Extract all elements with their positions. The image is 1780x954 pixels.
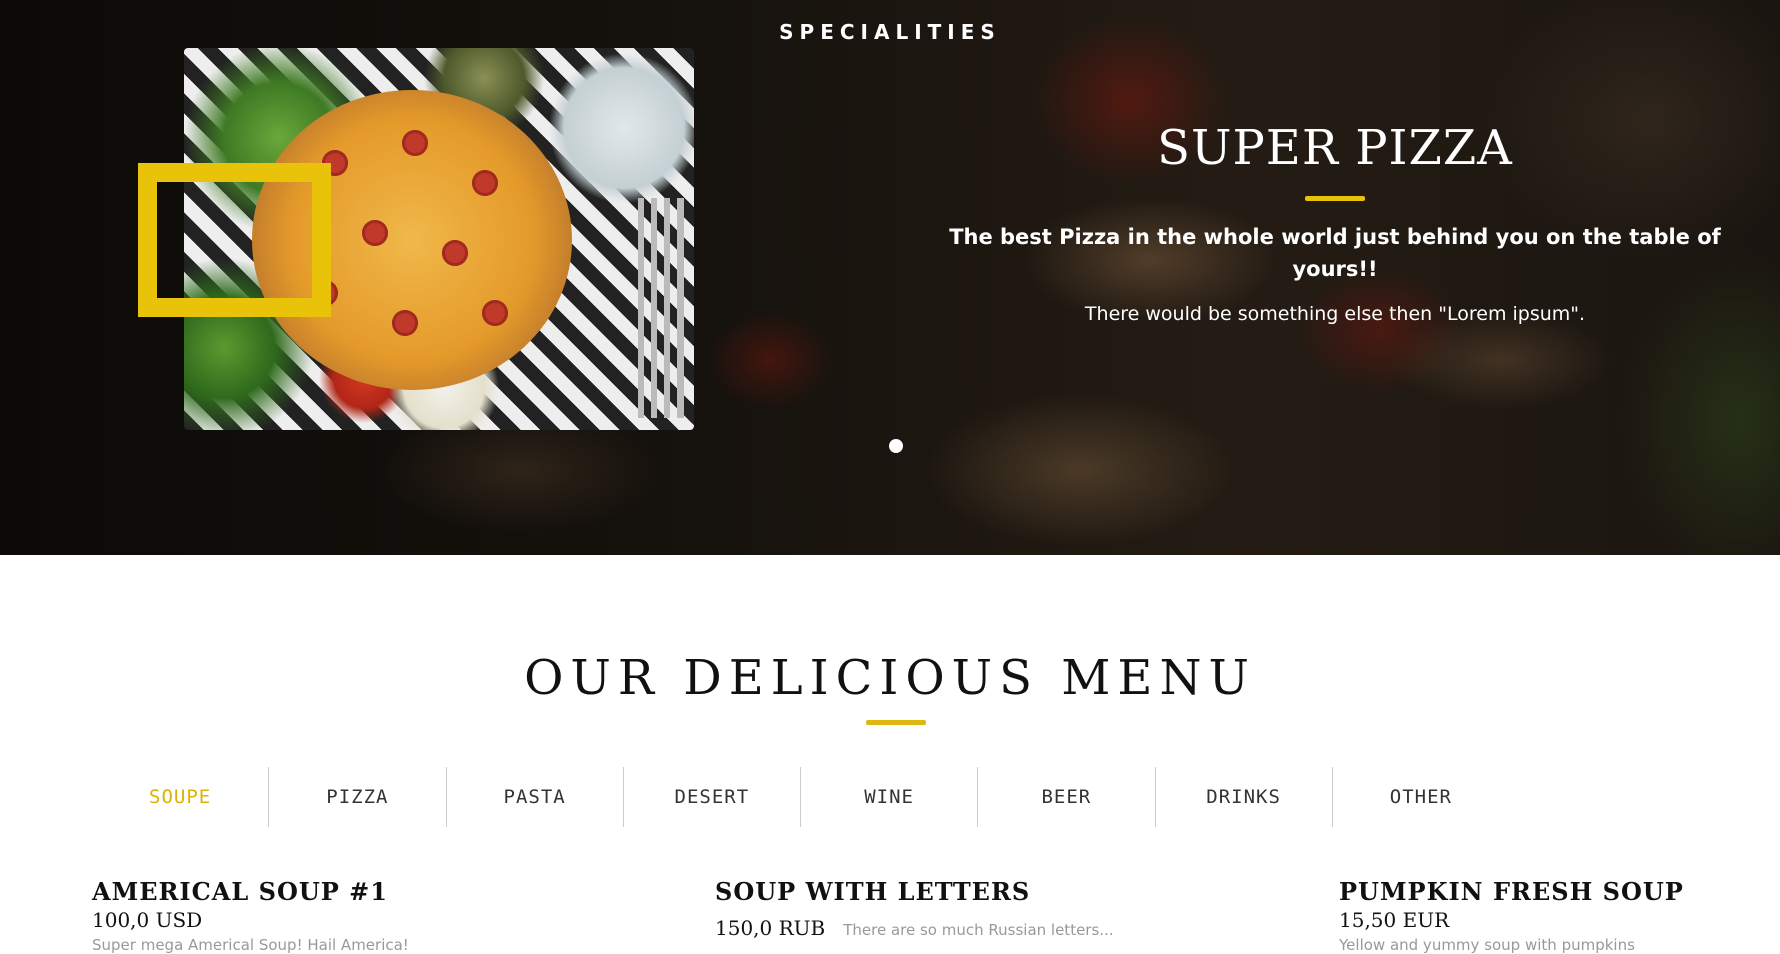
specialities-slider: SPECIALITIES SUPER PIZZA The best Pizza … [0,0,1780,555]
tab-other[interactable]: OTHER [1331,767,1509,827]
section-kicker: SPECIALITIES [779,20,1001,44]
menu-title: OUR DELICIOUS MENU [524,650,1256,706]
menu-item: AMERICAL SOUP #1 100,0 USD Super mega Am… [92,878,409,954]
menu-item-name: SOUP WITH LETTERS [715,877,1031,906]
tab-wine[interactable]: WINE [800,767,977,827]
slide-title: SUPER PIZZA [1157,120,1513,176]
slide-subtitle: The best Pizza in the whole world just b… [949,224,1721,281]
menu-item-price: 15,50 EUR [1339,908,1450,932]
title-underline [1305,195,1365,201]
menu-item-price: 100,0 USD [92,908,203,932]
menu-item-name: PUMPKIN FRESH SOUP [1339,877,1684,906]
tab-beer[interactable]: BEER [977,767,1154,827]
menu-item: SOUP WITH LETTERS 150,0 RUB There are so… [715,877,1114,941]
menu-item: PUMPKIN FRESH SOUP 15,50 EUR Yellow and … [1339,878,1684,954]
menu-item-description: Yellow and yummy soup with pumpkins [1339,936,1635,954]
accent-frame [138,163,331,317]
slider-dot-1[interactable] [889,439,903,453]
tab-soupe[interactable]: SOUPE [92,767,268,827]
menu-item-price: 150,0 RUB [715,916,826,940]
fork-graphic [638,198,684,418]
menu-item-description: There are so much Russian letters... [843,921,1114,939]
menu-item-description: Super mega Americal Soup! Hail America! [92,936,409,954]
menu-category-tabs: SOUPE PIZZA PASTA DESERT WINE BEER DRINK… [92,767,1509,827]
slide-caption: SUPER PIZZA The best Pizza in the whole … [930,120,1740,325]
menu-item-name: AMERICAL SOUP #1 [92,877,388,906]
tab-desert[interactable]: DESERT [622,767,800,827]
tab-pizza[interactable]: PIZZA [268,767,445,827]
slide-description: There would be something else then "Lore… [1084,302,1586,325]
menu-title-underline [866,720,926,725]
tab-pasta[interactable]: PASTA [445,767,623,827]
tab-drinks[interactable]: DRINKS [1154,767,1332,827]
